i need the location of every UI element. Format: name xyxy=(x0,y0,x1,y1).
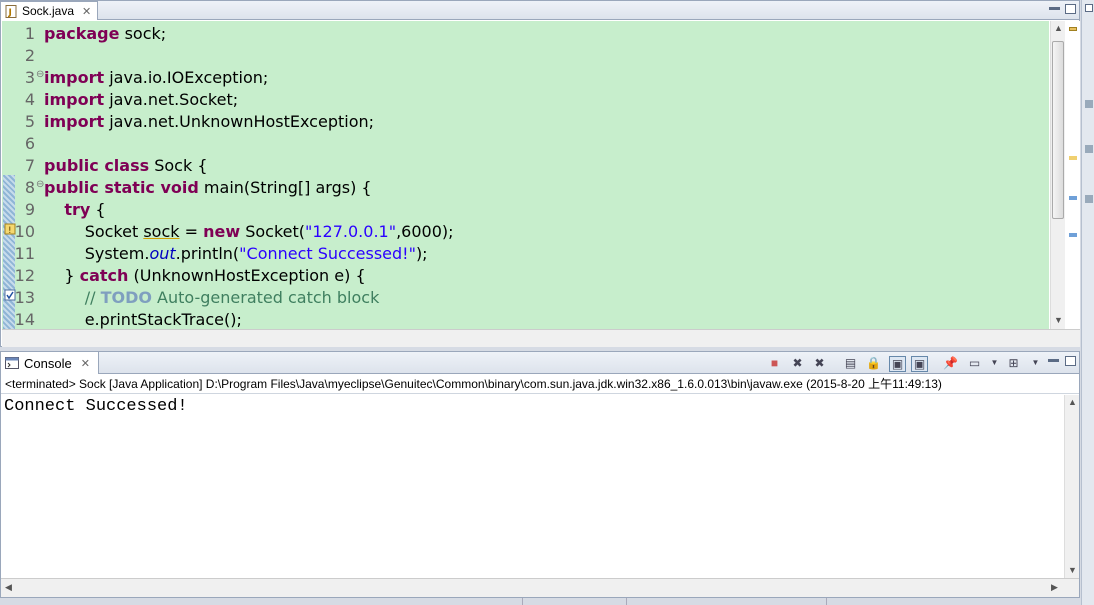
clear-console-icon[interactable]: ▤ xyxy=(843,356,858,370)
line-number-gutter: 1 2 3 4 5 6 7 8 9 10 11 12 13 14 xyxy=(2,21,43,329)
close-tab-icon[interactable]: ✕ xyxy=(82,5,91,18)
pin-console-icon[interactable]: 📌 xyxy=(943,356,958,370)
code-line[interactable]: import java.net.UnknownHostException; xyxy=(44,111,374,133)
line-number: 5 xyxy=(24,112,35,131)
code-line[interactable]: package sock; xyxy=(44,23,166,45)
status-separator xyxy=(826,598,827,605)
code-line[interactable]: public static void main(String[] args) { xyxy=(44,177,372,199)
status-bar xyxy=(0,598,1081,605)
close-tab-icon[interactable]: ✕ xyxy=(81,357,90,370)
scroll-right-icon[interactable]: ▶ xyxy=(1051,582,1058,593)
minimize-editor-button[interactable] xyxy=(1049,7,1060,10)
remove-all-terminated-icon[interactable]: ✖ xyxy=(812,356,827,370)
svg-text:J: J xyxy=(8,8,12,18)
tab-label: Sock.java xyxy=(22,4,75,18)
line-number: 2 xyxy=(24,46,35,65)
console-pane: Console ✕ ■ ✖ ✖ ▤ 🔒 ▣ ▣ 📌 ▭ ▼ ⊞ ▼ <termi… xyxy=(0,351,1080,598)
minimize-console-button[interactable] xyxy=(1048,359,1059,362)
scroll-up-icon[interactable]: ▲ xyxy=(1068,397,1077,407)
tab-sock-java[interactable]: J Sock.java ✕ xyxy=(1,1,99,20)
warning-icon[interactable]: ! xyxy=(4,223,16,235)
line-number: 9 xyxy=(24,200,35,219)
line-number: 4 xyxy=(24,90,35,109)
tab-console[interactable]: Console ✕ xyxy=(1,352,99,374)
fold-icon[interactable]: ⊖ xyxy=(36,69,44,80)
scroll-down-icon[interactable]: ▼ xyxy=(1054,315,1063,325)
scroll-up-icon[interactable]: ▲ xyxy=(1054,23,1063,33)
chevron-down-icon[interactable]: ▼ xyxy=(987,356,1002,370)
code-line[interactable]: import java.io.IOException; xyxy=(44,67,268,89)
code-line[interactable]: Socket sock = new Socket("127.0.0.1",600… xyxy=(44,221,454,243)
line-number: 1 xyxy=(24,24,35,43)
toolbar-icon[interactable] xyxy=(1085,145,1093,153)
display-console-icon[interactable]: ▭ xyxy=(967,356,982,370)
toolbar-icon[interactable] xyxy=(1085,195,1093,203)
scroll-left-icon[interactable]: ◀ xyxy=(5,582,12,593)
console-output[interactable]: Connect Successed! xyxy=(1,395,1064,578)
scroll-down-icon[interactable]: ▼ xyxy=(1068,565,1077,575)
code-line[interactable]: import java.net.Socket; xyxy=(44,89,238,111)
status-separator xyxy=(522,598,523,605)
maximize-editor-button[interactable] xyxy=(1065,4,1076,14)
line-number: 12 xyxy=(14,266,35,285)
editor-pane: J Sock.java ✕ 1 2 3 4 5 6 7 8 9 10 11 12 13 14 packag… xyxy=(0,0,1080,347)
console-tab-bar: Console ✕ ■ ✖ ✖ ▤ 🔒 ▣ ▣ 📌 ▭ ▼ ⊞ ▼ xyxy=(1,352,1079,374)
scroll-lock-icon[interactable]: 🔒 xyxy=(866,356,881,370)
code-line[interactable]: try { xyxy=(44,199,105,221)
remove-launch-icon[interactable]: ✖ xyxy=(790,356,805,370)
line-number: 3 xyxy=(24,68,35,87)
console-icon xyxy=(5,356,19,369)
java-file-icon: J xyxy=(5,4,17,18)
overview-marker[interactable] xyxy=(1069,156,1077,160)
overview-warning-marker[interactable] xyxy=(1069,27,1077,31)
code-line[interactable]: } catch (UnknownHostException e) { xyxy=(44,265,365,287)
line-number: 14 xyxy=(14,310,35,329)
code-line[interactable]: e.printStackTrace(); xyxy=(44,309,242,329)
right-toolbar-strip xyxy=(1081,0,1094,605)
console-vertical-scrollbar[interactable]: ▲ ▼ xyxy=(1064,395,1079,578)
view-menu-icon[interactable]: ▼ xyxy=(1028,356,1043,370)
editor-horizontal-scrollbar[interactable] xyxy=(2,329,1080,347)
svg-text:!: ! xyxy=(8,226,12,235)
fold-icon[interactable]: ⊖ xyxy=(36,179,44,190)
code-line[interactable]: System.out.println("Connect Successed!")… xyxy=(44,243,428,265)
editor-tab-bar: J Sock.java ✕ xyxy=(1,1,1079,20)
code-line[interactable]: // TODO Auto-generated catch block xyxy=(44,287,380,309)
line-number: 6 xyxy=(24,134,35,153)
code-area[interactable]: 1 2 3 4 5 6 7 8 9 10 11 12 13 14 package sock; import … xyxy=(2,21,1049,329)
status-separator xyxy=(626,598,627,605)
task-checkbox-icon[interactable] xyxy=(4,289,16,301)
overview-ruler xyxy=(1065,21,1080,329)
overview-marker[interactable] xyxy=(1069,233,1077,237)
show-on-stdout-icon[interactable]: ▣ xyxy=(889,356,906,372)
show-on-stderr-icon[interactable]: ▣ xyxy=(911,356,928,372)
maximize-console-button[interactable] xyxy=(1065,356,1076,366)
toolbar-icon[interactable] xyxy=(1085,100,1093,108)
terminate-icon[interactable]: ■ xyxy=(767,356,782,370)
tab-label: Console xyxy=(24,355,72,371)
code-line[interactable]: public class Sock { xyxy=(44,155,208,177)
overview-marker[interactable] xyxy=(1069,196,1077,200)
open-console-icon[interactable]: ⊞ xyxy=(1006,356,1021,370)
line-number: 11 xyxy=(14,244,35,263)
line-number: 7 xyxy=(24,156,35,175)
line-number: 8 xyxy=(24,178,35,197)
restore-icon[interactable] xyxy=(1085,4,1093,12)
process-status: <terminated> Sock [Java Application] D:\… xyxy=(1,374,1079,394)
console-horizontal-scrollbar[interactable]: ◀ ▶ xyxy=(1,578,1079,597)
editor-scroll-thumb[interactable] xyxy=(1052,41,1064,219)
